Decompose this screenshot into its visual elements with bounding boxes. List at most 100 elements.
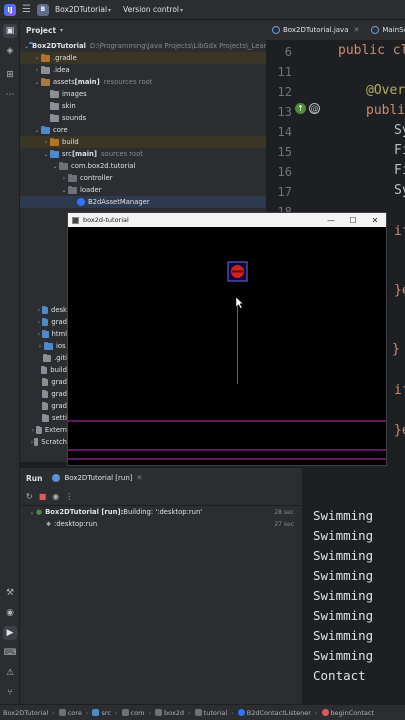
rerun-icon[interactable]: ↻	[26, 492, 33, 501]
tree-item[interactable]: › Extern	[30, 424, 67, 436]
project-badge[interactable]: B	[36, 3, 49, 16]
game-window-titlebar[interactable]: box2d-tutorial — ☐ ✕	[68, 213, 386, 227]
run-tab-label: Box2DTutorial [run]	[64, 474, 133, 482]
line-number: 13	[277, 105, 292, 119]
problems-tool-icon[interactable]: ⚠	[3, 666, 17, 680]
tree-item-hint: resources root	[103, 78, 153, 86]
chevron-right-icon[interactable]: ›	[33, 67, 41, 74]
tree-item[interactable]: ⌄ src [main] sources root	[20, 148, 266, 160]
tree-item[interactable]: › build	[20, 136, 266, 148]
tree-item-suffix: [main]	[71, 150, 97, 158]
chevron-right-icon[interactable]: ›	[60, 175, 68, 182]
java-class-icon	[272, 26, 280, 34]
stop-icon[interactable]: ■	[39, 492, 47, 501]
tree-item[interactable]: ⌄ Box2DTutorial D:\Programming\Java Projec…	[20, 40, 266, 52]
chevron-down-icon[interactable]: ⌄	[60, 187, 68, 194]
tree-item[interactable]: grad	[36, 388, 67, 400]
services-tool-icon[interactable]: ◉	[3, 606, 17, 620]
breadcrumb-item[interactable]: B2dContactListener	[237, 709, 311, 717]
chevron-right-icon[interactable]: ›	[30, 427, 36, 434]
line-number: 12	[277, 85, 292, 99]
terminal-tool-icon[interactable]: ⌨	[3, 646, 17, 660]
run-tree-row[interactable]: ⌄ ● Box2DTutorial [run]: Building: ':des…	[20, 506, 302, 518]
build-tool-icon[interactable]: ⚒	[3, 586, 17, 600]
tree-item[interactable]: ⌄ assets [main] resources root	[20, 76, 266, 88]
run-row-time: 28 sec	[274, 508, 294, 516]
view-options-icon[interactable]: ◉	[52, 492, 59, 501]
breadcrumb-item[interactable]: com	[121, 709, 144, 717]
chevron-down-icon[interactable]: ⌄	[33, 127, 41, 134]
tree-item[interactable]: grad	[36, 376, 67, 388]
tree-item[interactable]: › .gradle	[20, 52, 266, 64]
folder-icon	[41, 317, 49, 326]
tree-item[interactable]: images	[20, 88, 266, 100]
project-panel-header[interactable]: Project ▾	[20, 20, 266, 40]
tree-item[interactable]: sounds	[20, 112, 266, 124]
code-token: Sy	[394, 183, 405, 198]
tree-item[interactable]: skin	[20, 100, 266, 112]
breadcrumb-item[interactable]: beginContact	[321, 709, 374, 717]
tree-item[interactable]: B2dAssetManager	[20, 196, 266, 208]
tree-item[interactable]: setti	[36, 412, 67, 424]
tree-item[interactable]: › Scratch	[30, 436, 67, 448]
commit-tool-icon[interactable]: ◈	[3, 44, 17, 58]
chevron-right-icon[interactable]: ›	[36, 319, 42, 326]
tree-item[interactable]: .giti	[36, 352, 67, 364]
tree-item[interactable]: grad	[36, 400, 67, 412]
more-tools-icon[interactable]: ⋯	[3, 88, 17, 102]
maximize-button[interactable]: ☐	[342, 216, 364, 225]
tree-item[interactable]: ⌄ core	[20, 124, 266, 136]
tab-mainscreen[interactable]: MainScreen	[365, 20, 405, 41]
chevron-right-icon[interactable]: ›	[36, 343, 44, 350]
app-logo-icon[interactable]: IJ	[4, 3, 16, 16]
chevron-down-icon[interactable]: ⌄	[51, 163, 59, 170]
chevron-right-icon[interactable]: ›	[36, 307, 42, 314]
close-icon[interactable]: ✕	[353, 26, 359, 34]
close-button[interactable]: ✕	[364, 216, 386, 225]
structure-tool-icon[interactable]: ⊞	[3, 68, 17, 82]
breadcrumb-item[interactable]: core	[58, 709, 82, 717]
tab-box2dtutorial-java[interactable]: Box2DTutorial.java ✕	[266, 20, 365, 41]
tree-item[interactable]: › grad	[36, 316, 67, 328]
git-tool-icon[interactable]: ⑂	[3, 686, 17, 700]
override-marker-icon[interactable]: ↑	[295, 103, 306, 114]
project-switcher[interactable]: Box2DTutorial▾	[55, 5, 111, 14]
breadcrumb-item[interactable]: tutorial	[194, 709, 227, 717]
chevron-right-icon[interactable]: ›	[33, 55, 41, 62]
panel-title: Project	[26, 25, 57, 35]
tree-item[interactable]: › desk	[36, 304, 67, 316]
tree-item-label: assets	[53, 78, 75, 86]
tab-run-config[interactable]: Box2DTutorial [run] ✕	[52, 474, 142, 482]
breadcrumb-separator-icon: ›	[314, 708, 318, 717]
breadcrumb-item[interactable]: Box2DTutorial	[3, 709, 48, 717]
tree-item[interactable]: › ios	[36, 340, 67, 352]
minimize-button[interactable]: —	[320, 216, 342, 225]
folder-icon	[58, 709, 66, 716]
tree-item[interactable]: › controller	[20, 172, 266, 184]
folder-icon	[33, 437, 39, 446]
chevron-right-icon[interactable]: ›	[42, 139, 50, 146]
run-tool-icon[interactable]: ▶	[3, 626, 17, 640]
more-actions-icon[interactable]: ⋮	[65, 492, 73, 501]
vcs-menu[interactable]: Version control▾	[123, 5, 183, 14]
annotation-marker-icon[interactable]: @	[309, 103, 320, 114]
chevron-down-icon: ⌄	[29, 508, 35, 516]
tree-item[interactable]: build	[36, 364, 67, 376]
breadcrumb-item[interactable]: box2d	[155, 709, 184, 717]
game-canvas[interactable]	[68, 227, 386, 465]
chevron-down-icon[interactable]: ⌄	[42, 151, 50, 158]
chevron-down-icon[interactable]: ⌄	[24, 43, 29, 50]
run-tree-row[interactable]: ✱ :desktop:run 27 sec	[20, 518, 302, 530]
game-window[interactable]: box2d-tutorial — ☐ ✕	[67, 212, 387, 466]
project-tool-icon[interactable]: ▣	[3, 24, 17, 38]
close-icon[interactable]: ✕	[137, 474, 143, 482]
tree-item[interactable]: › .idea	[20, 64, 266, 76]
tree-item[interactable]: ⌄ com.box2d.tutorial	[20, 160, 266, 172]
tree-item-label: Scratch	[41, 438, 67, 446]
chevron-down-icon[interactable]: ⌄	[33, 79, 41, 86]
tree-item[interactable]: ⌄ loader	[20, 184, 266, 196]
hamburger-menu-icon[interactable]: ☰	[22, 4, 31, 15]
console-output[interactable]: Swimming Swimming Swimming Swimming Swimming…	[302, 500, 405, 704]
breadcrumb-item[interactable]: src	[92, 709, 111, 717]
tree-item[interactable]: › html	[36, 328, 67, 340]
